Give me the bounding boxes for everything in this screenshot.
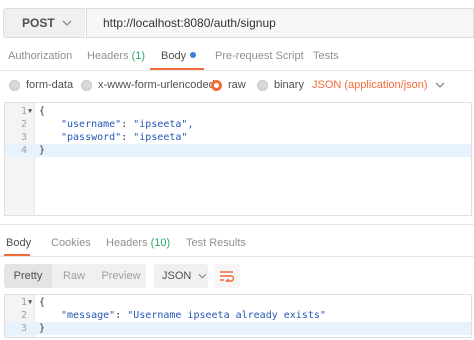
wrap-lines-button[interactable] [214,264,240,288]
line-number: 1 [20,106,27,117]
fold-arrow-icon[interactable]: ▼ [28,105,32,118]
tab-label: Body [6,237,32,249]
tab-test-results[interactable]: Test Results [186,230,246,256]
tab-label: Headers [87,50,129,62]
code-text: { [39,106,46,117]
radio-circle-selected [211,79,222,91]
tab-response-headers[interactable]: Headers (10) [106,230,170,256]
json-key: "message" [61,310,116,321]
line-number: 2 [20,310,27,321]
tab-cookies[interactable]: Cookies [51,230,91,256]
json-value: "ipseeta", [133,119,194,130]
format-label: JSON [162,270,192,282]
mode-label: Preview [101,270,141,282]
radio-circle [81,79,92,91]
divider [0,256,474,257]
code-line-active: 4 } [5,144,471,157]
tab-tests[interactable]: Tests [313,42,339,70]
method-label: POST [22,16,55,30]
tab-headers[interactable]: Headers (1) [87,42,145,70]
raw-button[interactable]: Raw [52,264,96,288]
response-tabs: Body Cookies Headers (10) Test Results [0,230,474,256]
request-tabs: Authorization Headers (1) Body Pre-reque… [0,42,474,70]
code-line-active: 3 } [5,322,471,335]
radio-form-data[interactable]: form-data [9,72,73,98]
chevron-down-icon [435,82,445,88]
line-number: 2 [20,119,27,130]
json-value: "Username ipseeta already exists" [127,310,326,321]
code-line: 1 ▼ { [5,105,471,118]
radio-x-www-form-urlencoded[interactable]: x-www-form-urlencoded [81,72,215,98]
preview-button[interactable]: Preview [96,264,146,288]
radio-label: form-data [26,79,74,91]
chevron-down-icon [62,20,72,26]
dot-icon [190,52,197,58]
radio-label: x-www-form-urlencoded [98,79,215,91]
radio-label: raw [228,79,246,91]
request-bar: POST http://localhost:8080/auth/signup [3,8,474,38]
url-text: http://localhost:8080/auth/signup [103,16,276,30]
tab-response-body[interactable]: Body [6,230,31,256]
code-text: } [39,145,46,156]
code-line: 2 "username": "ipseeta", [5,118,471,131]
tab-label: Body [161,50,187,62]
content-type-label: JSON (application/json) [312,79,428,91]
tab-label: Pre-request Script [215,50,304,62]
method-select[interactable]: POST [3,8,85,38]
radio-circle [257,79,268,91]
code-text: "message": "Username ipseeta already exi… [61,310,326,321]
tab-body[interactable]: Body [161,42,197,70]
mode-label: Raw [62,270,85,282]
code-line: 2 "message": "Username ipseeta already e… [5,309,471,322]
divider [0,70,474,71]
tab-label: Tests [313,50,339,62]
tab-label: Headers [106,237,148,249]
url-input[interactable]: http://localhost:8080/auth/signup [86,8,474,38]
tab-label: Authorization [8,50,73,62]
fold-arrow-icon[interactable]: ▼ [28,296,32,309]
code-line: 3 "password": "ipseeta" [5,131,471,144]
radio-raw[interactable]: raw [211,72,246,98]
line-number: 4 [20,145,27,156]
tab-authorization[interactable]: Authorization [8,42,72,70]
json-key: "password" [61,132,122,143]
code-text: "username": "ipseeta", [61,119,194,130]
tab-label: Cookies [51,237,91,249]
divider [0,224,474,225]
radio-circle [9,79,20,91]
tab-pre-request-script[interactable]: Pre-request Script [215,42,304,70]
tab-count: (1) [131,50,146,62]
json-key: "username" [61,119,122,130]
response-body-viewer[interactable]: 1 ▼ { 2 "message": "Username ipseeta alr… [4,294,472,338]
content-type-select[interactable]: JSON (application/json) [312,72,446,98]
code-text: } [39,323,46,334]
chevron-down-icon [198,273,207,279]
body-type-options: form-data x-www-form-urlencoded raw bina… [0,72,474,98]
line-number: 3 [20,323,27,334]
tab-count: (10) [150,237,171,249]
view-mode-toggle: Pretty Raw Preview [4,264,146,288]
line-number: 3 [20,132,27,143]
format-select[interactable]: JSON [154,264,208,288]
request-body-editor[interactable]: 1 ▼ { 2 "username": "ipseeta", 3 "passwo… [4,102,472,216]
code-line: 1 ▼ { [5,296,471,309]
code-text: { [39,297,46,308]
mode-label: Pretty [13,270,43,282]
radio-label: binary [274,79,304,91]
wrap-lines-icon [220,271,235,282]
radio-binary[interactable]: binary [257,72,304,98]
json-value: "ipseeta" [133,132,188,143]
pretty-button[interactable]: Pretty [4,264,52,288]
code-text: "password": "ipseeta" [61,132,188,143]
line-number: 1 [20,297,27,308]
tab-label: Test Results [186,237,246,249]
